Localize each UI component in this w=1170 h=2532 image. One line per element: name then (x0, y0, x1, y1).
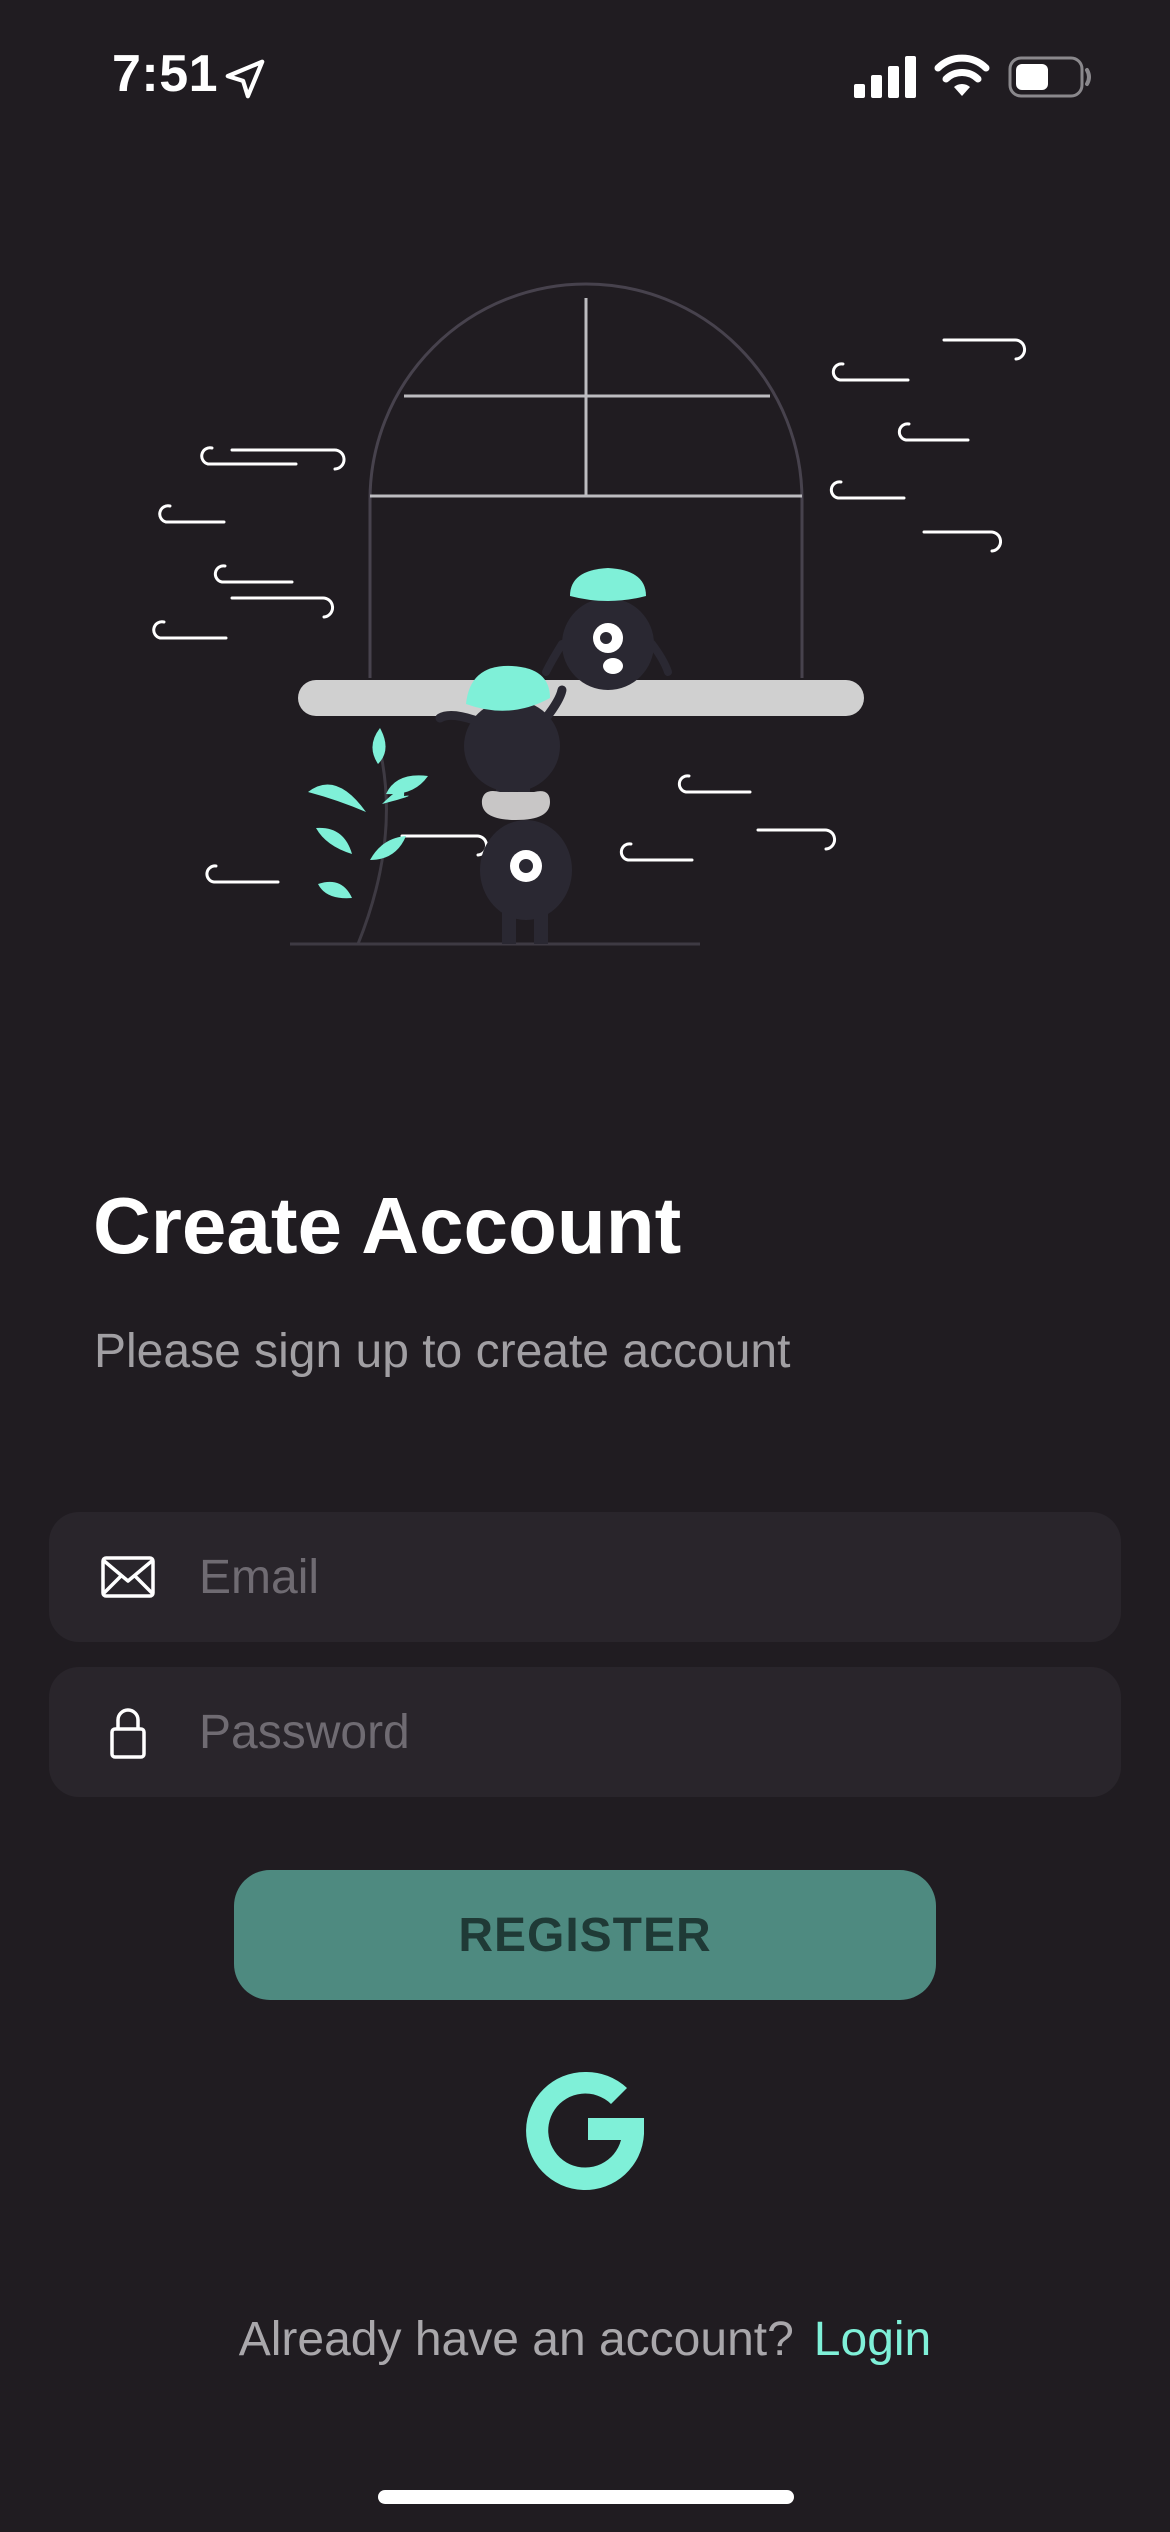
battery-icon (1008, 56, 1091, 98)
password-input[interactable] (199, 1667, 1079, 1797)
email-field[interactable] (49, 1512, 1121, 1642)
status-time: 7:51 (112, 45, 219, 103)
create-account-screen: 7:51 Create Account Please sign up to cr… (0, 0, 1170, 2532)
page-title: Create Account (93, 1181, 682, 1270)
cellular-signal-icon (854, 56, 916, 98)
google-signin-button[interactable] (520, 2066, 650, 2196)
page-subtitle: Please sign up to create account (94, 1325, 791, 1378)
login-prompt: Already have an account? Login (0, 2312, 1170, 2367)
email-input[interactable] (199, 1512, 1079, 1642)
google-icon (526, 2071, 644, 2190)
status-bar: 7:51 (0, 0, 1170, 150)
lock-icon (110, 1708, 146, 1759)
monsters-at-window-illustration (152, 282, 1026, 946)
location-arrow-icon (225, 59, 265, 99)
home-indicator (378, 2490, 794, 2504)
register-button[interactable]: REGISTER (234, 1870, 936, 2000)
wifi-icon (934, 54, 990, 96)
login-prompt-text: Already have an account? (238, 2313, 794, 2366)
mail-icon (101, 1556, 155, 1598)
login-link[interactable]: Login (814, 2313, 931, 2366)
password-field[interactable] (49, 1667, 1121, 1797)
